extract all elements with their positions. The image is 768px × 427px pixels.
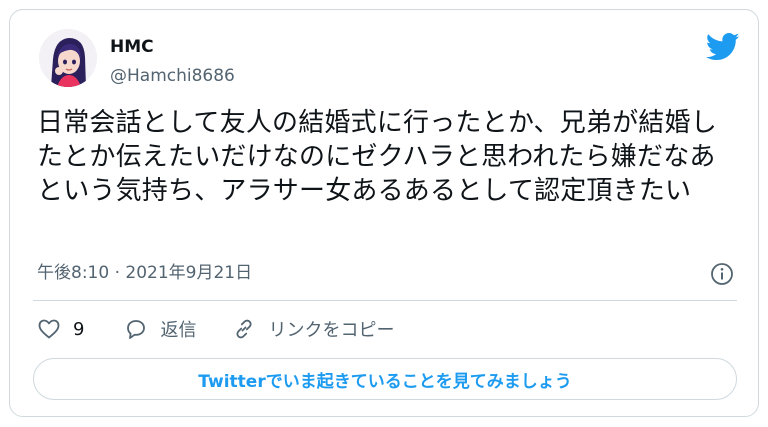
link-icon [236,319,252,339]
user-handle[interactable]: @Hamchi8686 [110,65,235,87]
tweet-card: HMC @Hamchi8686 日常会話として友人の結婚式に行ったとか、兄弟が結… [9,9,759,417]
like-button[interactable]: 9 [37,317,84,341]
copy-link-button[interactable]: リンクをコピー [232,316,394,342]
avatar[interactable] [39,29,97,87]
reply-button[interactable]: 返信 [124,316,196,342]
cta-button[interactable]: Twitterでいま起きていることを見てみましょう [33,358,737,400]
copy-link-label: リンクをコピー [268,320,395,341]
info-icon[interactable] [710,262,734,286]
tweet-text: 日常会話として友人の結婚式に行ったとか、兄弟が結婚したとか伝えたいだけなのにゼク… [37,108,717,206]
like-count: 9 [73,318,85,340]
heart-icon [38,319,60,339]
reply-icon [127,320,146,339]
tweet-timestamp[interactable]: 午後8:10 · 2021年9月21日 [37,262,252,284]
avatar-image [39,29,97,87]
action-bar: 9 返信 リンクをコピー [37,314,394,344]
divider [33,300,737,301]
twitter-bird-icon[interactable] [706,32,740,62]
reply-label: 返信 [160,320,197,341]
display-name[interactable]: HMC [110,36,154,58]
